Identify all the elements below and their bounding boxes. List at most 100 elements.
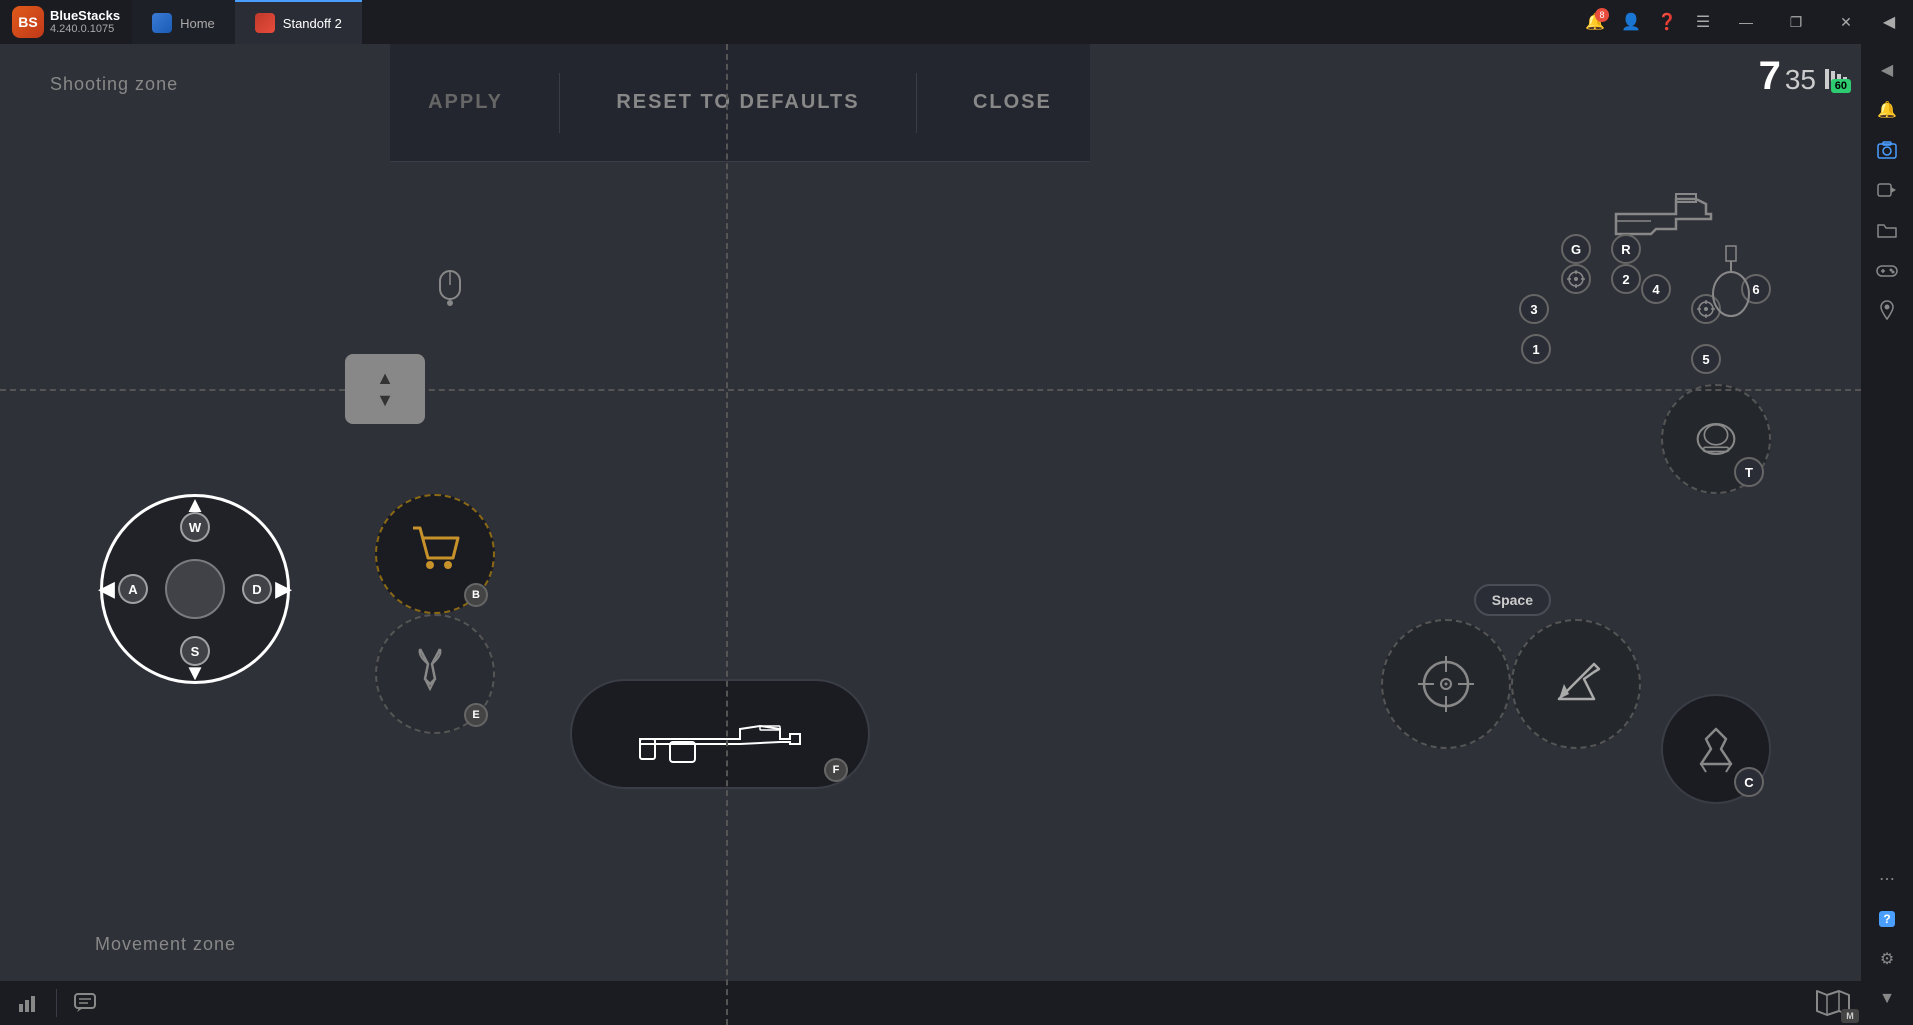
- crouch-button[interactable]: C: [1661, 694, 1771, 804]
- restore-button[interactable]: ❐: [1773, 6, 1819, 38]
- cart-svg: [408, 523, 463, 573]
- bb-separator-1: [56, 989, 57, 1017]
- gamepad-icon: [1876, 262, 1898, 278]
- rs-expand-button[interactable]: ◀: [1869, 52, 1905, 88]
- aim-button[interactable]: [1381, 619, 1511, 749]
- radial-key-1[interactable]: 1: [1521, 334, 1551, 364]
- top-divider-1: [559, 73, 560, 133]
- tab-standoff2[interactable]: Standoff 2: [235, 0, 362, 44]
- grenade-key-5[interactable]: 5: [1691, 344, 1721, 374]
- tab-home[interactable]: Home: [132, 0, 235, 44]
- joystick-arrow-right: ▶: [275, 576, 292, 602]
- game-tab-label: Standoff 2: [283, 16, 342, 31]
- key-w: W: [180, 512, 210, 542]
- chat-icon: [74, 993, 96, 1013]
- game-area: Shooting zone APPLY RESET TO DEFAULTS CL…: [0, 44, 1861, 1025]
- helmet-icon: [1691, 414, 1741, 464]
- svg-text:?: ?: [1883, 912, 1890, 926]
- bottom-bar: M: [0, 981, 1861, 1025]
- rs-gamepad-button[interactable]: [1869, 252, 1905, 288]
- shop-button[interactable]: B: [375, 494, 495, 614]
- rs-more-button[interactable]: ⋯: [1869, 861, 1905, 897]
- tool-button[interactable]: E: [375, 614, 495, 734]
- ammo-total: 35: [1785, 64, 1816, 96]
- window-close-button[interactable]: ✕: [1823, 6, 1869, 38]
- app-name: BlueStacks: [50, 8, 120, 24]
- radial-key-center[interactable]: [1561, 264, 1591, 294]
- help-circle-icon: ?: [1878, 910, 1896, 928]
- knife-svg: [1549, 654, 1604, 709]
- ammo-display: 7 35 60: [1759, 54, 1851, 99]
- scroll-down-arrow: ▼: [376, 391, 394, 409]
- stats-icon: [18, 994, 38, 1012]
- account-button[interactable]: 👤: [1615, 6, 1647, 38]
- key-s: S: [180, 636, 210, 666]
- map-button[interactable]: M: [1815, 985, 1851, 1021]
- crosshair-small-icon: [1566, 269, 1586, 289]
- grenade-key-4[interactable]: 4: [1641, 274, 1671, 304]
- radial-key-3[interactable]: 3: [1519, 294, 1549, 324]
- shop-cart-icon: [408, 523, 463, 585]
- top-buttons-bar: APPLY RESET TO DEFAULTS CLOSE: [390, 44, 1090, 162]
- rs-notifications-button[interactable]: 🔔: [1869, 92, 1905, 128]
- movement-joystick[interactable]: ▲ ▼ ◀ ▶ W S A D: [100, 494, 300, 694]
- notifications-button[interactable]: 🔔 8: [1579, 6, 1611, 38]
- space-button[interactable]: Space: [1474, 584, 1551, 616]
- app-version: 4.240.0.1075: [50, 23, 120, 36]
- rs-help-button[interactable]: ?: [1869, 901, 1905, 937]
- tactical-key-t: T: [1734, 457, 1764, 487]
- joystick-center: [165, 559, 225, 619]
- knife-icon: [1549, 654, 1604, 714]
- location-icon: [1880, 300, 1894, 320]
- top-divider-2: [916, 73, 917, 133]
- rs-screenshot-button[interactable]: [1869, 132, 1905, 168]
- tactical-button[interactable]: T: [1661, 384, 1771, 494]
- rs-folder-button[interactable]: [1869, 212, 1905, 248]
- pliers-svg: [410, 644, 460, 694]
- stats-button[interactable]: [10, 985, 46, 1021]
- crouch-icon-svg: [1691, 724, 1741, 774]
- rs-video-button[interactable]: [1869, 172, 1905, 208]
- titlebar-right-controls: 🔔 8 👤 ❓ ☰ — ❐ ✕ ◀: [1579, 6, 1913, 38]
- pistol-svg: [1596, 164, 1726, 244]
- ak47-svg: [620, 704, 820, 764]
- rs-location-button[interactable]: [1869, 292, 1905, 328]
- apply-button[interactable]: APPLY: [408, 81, 523, 124]
- notification-badge: 8: [1595, 8, 1609, 22]
- chat-button[interactable]: [67, 985, 103, 1021]
- joystick-outer-ring: ▲ ▼ ◀ ▶ W S A D: [100, 494, 290, 684]
- close-button[interactable]: CLOSE: [953, 81, 1072, 124]
- help-button[interactable]: ❓: [1651, 6, 1683, 38]
- folder-icon: [1877, 222, 1897, 238]
- tool-key-label: E: [464, 703, 488, 727]
- video-icon: [1877, 182, 1897, 198]
- shooting-zone-label: Shooting zone: [50, 74, 178, 95]
- radial-key-g[interactable]: G: [1561, 234, 1591, 264]
- reset-button[interactable]: RESET TO DEFAULTS: [596, 81, 879, 124]
- rs-bottom-expand[interactable]: ▼: [1869, 981, 1905, 1017]
- hud-top-right: 7 35 60: [1759, 54, 1851, 99]
- ammo-current: 7: [1759, 54, 1781, 99]
- right-sidebar: ◀ 🔔 ⋯: [1861, 44, 1913, 1025]
- key-a: A: [118, 574, 148, 604]
- crouch-key-c: C: [1734, 767, 1764, 797]
- joystick-arrow-left: ◀: [98, 576, 115, 602]
- rs-settings-button[interactable]: ⚙: [1869, 941, 1905, 977]
- weapon-key-label: F: [824, 758, 848, 782]
- scroll-up-arrow: ▲: [376, 369, 394, 387]
- screenshot-icon: [1877, 141, 1897, 159]
- home-tab-label: Home: [180, 16, 215, 31]
- grenade-svg: [1701, 244, 1761, 324]
- home-tab-icon: [152, 13, 172, 33]
- pliers-icon: [410, 644, 460, 704]
- mouse-cursor-icon: [435, 269, 465, 314]
- minimize-button[interactable]: —: [1723, 6, 1769, 38]
- scroll-indicator[interactable]: ▲ ▼: [345, 354, 425, 424]
- menu-button[interactable]: ☰: [1687, 6, 1719, 38]
- knife-button[interactable]: [1511, 619, 1641, 749]
- shop-key-label: B: [464, 583, 488, 607]
- weapon-slot-primary[interactable]: F: [570, 679, 870, 789]
- map-key-m: M: [1841, 1009, 1859, 1023]
- aim-crosshair-icon: [1416, 654, 1476, 714]
- expand-button[interactable]: ◀: [1873, 6, 1905, 38]
